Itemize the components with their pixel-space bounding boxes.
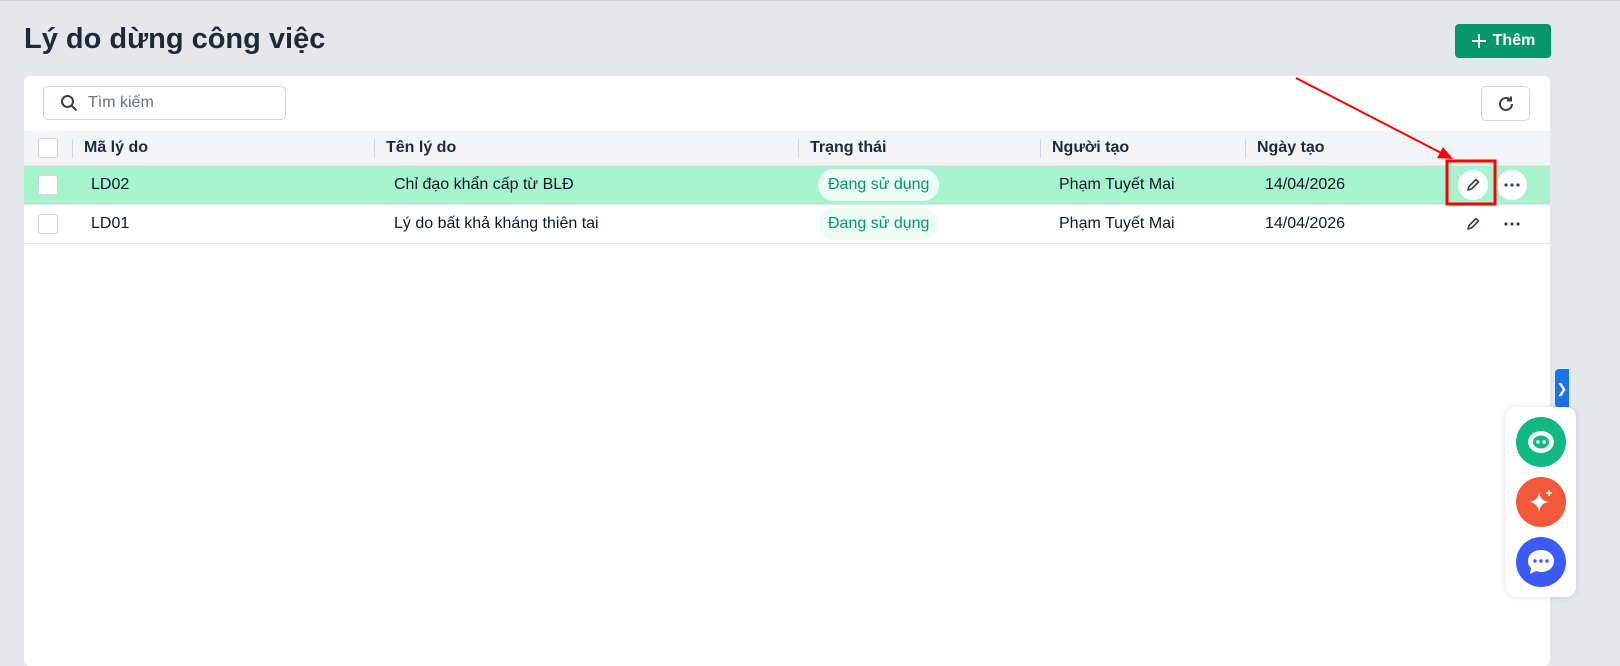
annotation-overlay [1295,77,1497,206]
annotation-highlight-box [1445,159,1497,206]
annotation-arrow [1295,77,1448,157]
